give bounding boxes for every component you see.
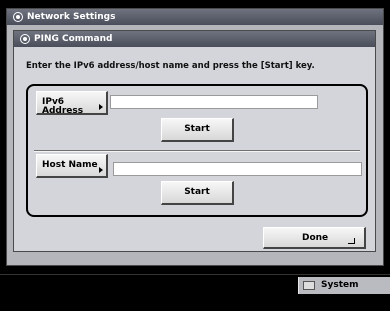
device-screen: Network Settings PING Command Enter the … xyxy=(0,0,390,307)
arrow-right-icon xyxy=(99,167,103,173)
done-label: Done xyxy=(302,233,329,243)
status-separator xyxy=(0,274,390,275)
ipv6-start-label: Start xyxy=(184,124,210,134)
ipv6-address-label: IPv6 Address xyxy=(42,97,84,116)
panel-title: PING Command xyxy=(34,34,113,44)
host-start-label: Start xyxy=(184,187,210,197)
host-name-field[interactable] xyxy=(113,162,362,176)
arrow-right-icon xyxy=(99,104,103,110)
ipv6-start-button[interactable]: Start xyxy=(161,118,234,142)
monitor-icon xyxy=(303,281,315,290)
ipv6-address-button[interactable]: IPv6 Address xyxy=(36,91,108,116)
system-monitor-button[interactable]: System Monitor xyxy=(298,277,390,307)
enter-icon xyxy=(348,238,355,244)
instruction-text: Enter the IPv6 address/host name and pre… xyxy=(26,61,315,71)
network-icon xyxy=(13,12,23,22)
host-start-button[interactable]: Start xyxy=(161,181,234,205)
done-button[interactable]: Done xyxy=(263,227,366,249)
section-divider xyxy=(34,150,360,152)
ipv6-address-field[interactable] xyxy=(110,95,318,109)
ping-icon xyxy=(20,34,30,44)
host-name-button[interactable]: Host Name xyxy=(36,154,108,178)
host-name-label: Host Name xyxy=(42,160,98,170)
panel-title-bar: PING Command xyxy=(14,31,375,47)
window-title: Network Settings xyxy=(27,12,116,22)
window-title-bar: Network Settings xyxy=(7,9,383,25)
